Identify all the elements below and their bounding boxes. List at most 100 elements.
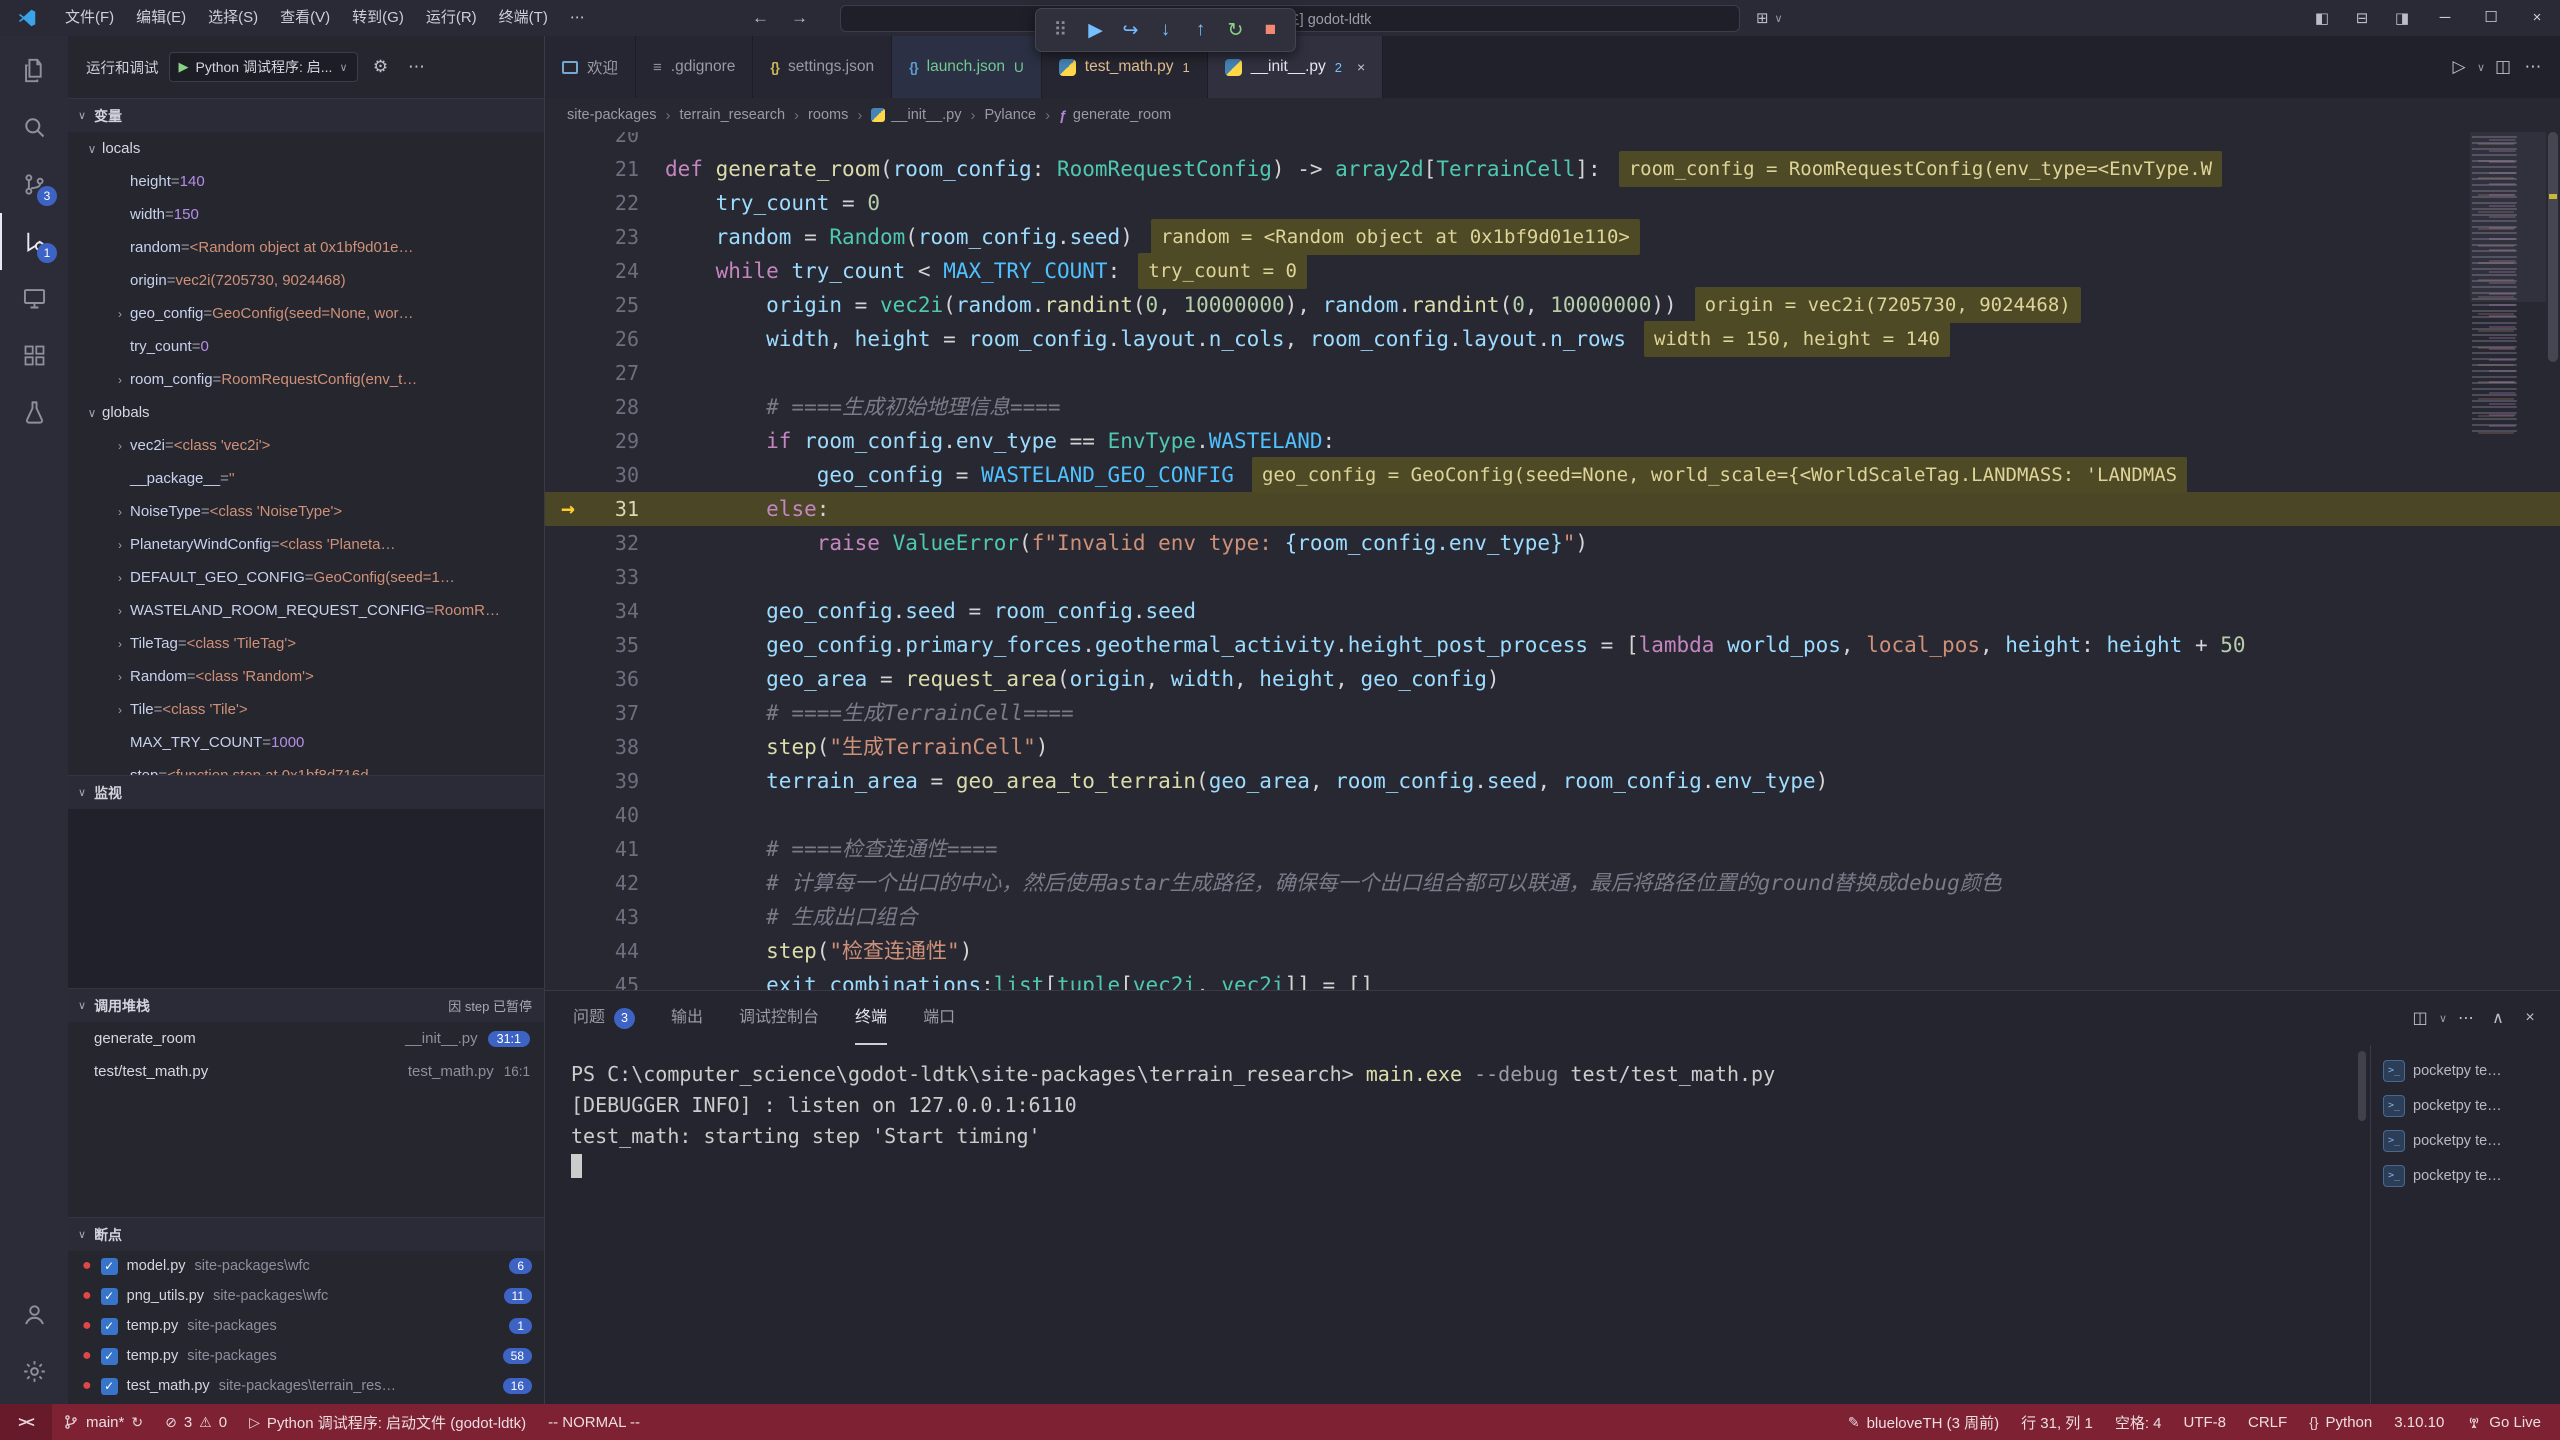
code-line-42[interactable]: 42 # 计算每一个出口的中心，然后使用astar生成路径，确保每一个出口组合都…: [545, 866, 2560, 900]
menu-item-3[interactable]: 查看(V): [269, 0, 341, 36]
go-live-status[interactable]: Go Live: [2455, 1404, 2552, 1440]
breakpoint-checkbox[interactable]: ✓: [101, 1288, 118, 1305]
indentation-status[interactable]: 空格: 4: [2104, 1404, 2173, 1440]
code-line-29[interactable]: 29 if room_config.env_type == EnvType.WA…: [545, 424, 2560, 458]
variable-row[interactable]: › Tile = <class 'Tile'>: [68, 693, 544, 726]
code-line-26[interactable]: 26 width, height = room_config.layout.n_…: [545, 322, 2560, 356]
problems-status[interactable]: ⊘ 3 ⚠ 0: [154, 1404, 238, 1440]
panel-tab-输出[interactable]: 输出: [671, 991, 703, 1045]
breadcrumb-item[interactable]: Pylance: [984, 107, 1036, 123]
breadcrumb-item[interactable]: site-packages: [567, 107, 656, 123]
code-editor[interactable]: 20 21 def generate_room(room_config: Roo…: [545, 132, 2560, 990]
menu-item-5[interactable]: 运行(R): [415, 0, 488, 36]
breakpoint-checkbox[interactable]: ✓: [101, 1258, 118, 1275]
activity-extensions[interactable]: [0, 327, 68, 384]
variable-row[interactable]: › WASTELAND_ROOM_REQUEST_CONFIG = RoomR…: [68, 594, 544, 627]
variable-row[interactable]: random = <Random object at 0x1bf9d01e…: [68, 231, 544, 264]
start-debug-icon[interactable]: ▶: [179, 59, 189, 75]
stop-icon[interactable]: ■: [1254, 14, 1287, 47]
menu-item-4[interactable]: 转到(G): [341, 0, 415, 36]
variable-row[interactable]: MAX_TRY_COUNT = 1000: [68, 726, 544, 759]
code-line-38[interactable]: 38 step("生成TerrainCell"): [545, 730, 2560, 764]
variable-scope-globals[interactable]: ∨ globals: [68, 396, 544, 429]
code-line-24[interactable]: 24 while try_count < MAX_TRY_COUNT: try_…: [545, 254, 2560, 288]
terminal-list-item[interactable]: >_ pocketpy te…: [2371, 1088, 2560, 1123]
breadcrumb-item[interactable]: ƒgenerate_room: [1059, 107, 1171, 123]
step-out-icon[interactable]: ↑: [1184, 14, 1217, 47]
more-actions-icon[interactable]: ⋯: [404, 57, 430, 77]
activity-remote-explorer[interactable]: [0, 270, 68, 327]
close-panel-icon[interactable]: ×: [2514, 1009, 2546, 1027]
variable-row[interactable]: › DEFAULT_GEO_CONFIG = GeoConfig(seed=1…: [68, 561, 544, 594]
breakpoint-checkbox[interactable]: ✓: [101, 1348, 118, 1365]
minimize-button[interactable]: ─: [2422, 0, 2468, 36]
git-branch-status[interactable]: main* ↻: [52, 1404, 154, 1440]
code-line-33[interactable]: 33: [545, 560, 2560, 594]
debug-config-status[interactable]: ▷ Python 调试程序: 启动文件 (godot-ldtk): [238, 1404, 537, 1440]
toggle-panel-icon[interactable]: ⊟: [2342, 9, 2382, 27]
code-line-31[interactable]: → 31 else:: [545, 492, 2560, 526]
menu-item-7[interactable]: ⋯: [559, 0, 596, 36]
variable-row[interactable]: width = 150: [68, 198, 544, 231]
python-version-status[interactable]: 3.10.10: [2383, 1404, 2455, 1440]
activity-search[interactable]: [0, 99, 68, 156]
menu-item-6[interactable]: 终端(T): [488, 0, 559, 36]
activity-source-control[interactable]: 3: [0, 156, 68, 213]
callstack-frame[interactable]: test/test_math.py test_math.py 16:1: [68, 1055, 544, 1088]
code-line-34[interactable]: 34 geo_config.seed = room_config.seed: [545, 594, 2560, 628]
more-actions-icon[interactable]: ⋯: [2518, 57, 2548, 77]
panel-tab-端口[interactable]: 端口: [923, 991, 955, 1045]
tab-gdignore[interactable]: ≡ .gdignore: [636, 36, 753, 98]
breadcrumb-item[interactable]: __init__.py: [871, 107, 961, 123]
activity-run-and-debug[interactable]: 1: [0, 213, 68, 270]
activity-testing[interactable]: [0, 384, 68, 441]
code-line-23[interactable]: 23 random = Random(room_config.seed) ran…: [545, 220, 2560, 254]
code-line-36[interactable]: 36 geo_area = request_area(origin, width…: [545, 662, 2560, 696]
activity-manage[interactable]: [0, 1343, 68, 1400]
breakpoint-checkbox[interactable]: ✓: [101, 1378, 118, 1395]
tab-settings-json[interactable]: {} settings.json: [753, 36, 892, 98]
code-line-37[interactable]: 37 # ====生成TerrainCell====: [545, 696, 2560, 730]
section-watch[interactable]: ∨ 监视: [68, 775, 544, 809]
step-over-icon[interactable]: ↪: [1114, 14, 1147, 47]
code-line-27[interactable]: 27: [545, 356, 2560, 390]
minimap[interactable]: [2470, 132, 2546, 990]
split-editor-icon[interactable]: ◫: [2488, 57, 2518, 77]
breakpoint-row[interactable]: ● ✓ model.py site-packages\wfc 6: [68, 1251, 544, 1281]
code-line-44[interactable]: 44 step("检查连通性"): [545, 934, 2560, 968]
variable-row[interactable]: try_count = 0: [68, 330, 544, 363]
breakpoint-row[interactable]: ● ✓ temp.py site-packages 1: [68, 1311, 544, 1341]
variable-scope-locals[interactable]: ∨ locals: [68, 132, 544, 165]
step-into-icon[interactable]: ↓: [1149, 14, 1182, 47]
variable-row[interactable]: › geo_config = GeoConfig(seed=None, wor…: [68, 297, 544, 330]
close-button[interactable]: ×: [2514, 0, 2560, 36]
customize-layout-button[interactable]: ⊞ ∨: [1756, 0, 1786, 36]
more-actions-icon[interactable]: ⋯: [2450, 1008, 2482, 1028]
language-status[interactable]: {} Python: [2298, 1404, 2383, 1440]
code-line-40[interactable]: 40: [545, 798, 2560, 832]
variable-row[interactable]: › NoiseType = <class 'NoiseType'>: [68, 495, 544, 528]
restart-icon[interactable]: ↻: [1219, 14, 1252, 47]
maximize-panel-icon[interactable]: ∧: [2482, 1008, 2514, 1028]
code-line-22[interactable]: 22 try_count = 0: [545, 186, 2560, 220]
minimap-slider[interactable]: [2470, 132, 2546, 302]
breakpoint-row[interactable]: ● ✓ test_math.py site-packages\terrain_r…: [68, 1371, 544, 1401]
forward-icon[interactable]: →: [791, 8, 808, 28]
breakpoint-row[interactable]: ● ✓ png_utils.py site-packages\wfc 11: [68, 1281, 544, 1311]
tab-welcome[interactable]: 欢迎: [545, 36, 636, 98]
variable-row[interactable]: step = <function step at 0x1bf8d716d…: [68, 759, 544, 775]
toggle-sidebar-icon[interactable]: ◧: [2302, 9, 2342, 27]
code-line-21[interactable]: 21 def generate_room(room_config: RoomRe…: [545, 152, 2560, 186]
breadcrumb-item[interactable]: terrain_research: [679, 107, 785, 123]
debug-config-dropdown[interactable]: ▶ Python 调试程序: 启... ∨: [169, 52, 358, 82]
menu-item-0[interactable]: 文件(F): [54, 0, 125, 36]
section-callstack[interactable]: ∨ 调用堆栈 因 step 已暂停: [68, 988, 544, 1022]
panel-tab-终端[interactable]: 终端: [855, 991, 887, 1045]
remote-indicator[interactable]: ><: [0, 1404, 52, 1440]
split-terminal-icon[interactable]: ◫: [2404, 1008, 2436, 1028]
editor-scrollbar[interactable]: [2548, 132, 2558, 362]
code-line-45[interactable]: 45 exit_combinations:list[tuple[vec2i, v…: [545, 968, 2560, 990]
toggle-secondary-sidebar-icon[interactable]: ◨: [2382, 9, 2422, 27]
continue-icon[interactable]: ▶: [1079, 14, 1112, 47]
terminal-list-item[interactable]: >_ pocketpy te…: [2371, 1123, 2560, 1158]
